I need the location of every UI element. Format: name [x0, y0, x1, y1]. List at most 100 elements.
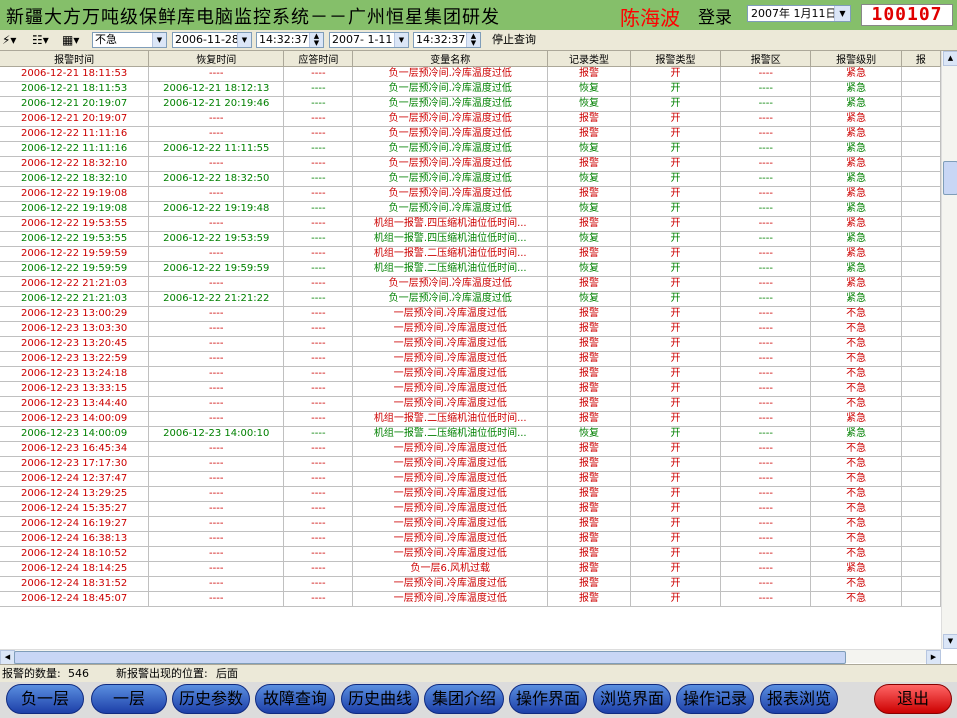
chevron-down-icon[interactable]: ▼: [394, 33, 408, 47]
table-cell: ----: [720, 216, 812, 232]
level-icon[interactable]: ☷▾: [32, 32, 49, 48]
table-row[interactable]: 2006-12-22 19:59:59 2006-12-22 19:59:59 --…: [0, 261, 941, 277]
table-cell: ----: [720, 456, 812, 472]
vertical-scroll-thumb[interactable]: [943, 161, 957, 195]
table-cell: 报警: [547, 126, 631, 142]
filter-icon[interactable]: ⚡▾: [2, 32, 16, 48]
table-row[interactable]: 2006-12-22 19:19:08 ---- ---- 负一层预冷间.冷库温度过低…: [0, 186, 941, 202]
table-row[interactable]: 2006-12-22 19:53:55 ---- ---- 机组一报警.四压缩机油位低…: [0, 216, 941, 232]
nav-button[interactable]: 一层: [91, 684, 167, 714]
end-date-picker[interactable]: 2007- 1-11 ▼: [329, 32, 409, 48]
chevron-down-icon[interactable]: ▼: [834, 6, 850, 21]
table-row[interactable]: 2006-12-24 18:14:25 ---- ---- 负一层6.风机过载 报警开 -…: [0, 561, 941, 577]
table-cell: 一层预冷间.冷库温度过低: [352, 366, 549, 382]
table-cell: 2006-12-22 19:53:55: [0, 216, 150, 232]
start-time-spinner[interactable]: 14:32:37 ▲ ▼: [256, 32, 324, 48]
level-select[interactable]: 不急 ▼: [92, 32, 167, 48]
nav-button[interactable]: 操作界面: [509, 684, 587, 714]
column-header[interactable]: 报警类型: [630, 51, 722, 67]
nav-button[interactable]: 故障查询: [255, 684, 335, 714]
scroll-up-icon[interactable]: ▲: [943, 51, 957, 66]
column-header[interactable]: 变量名称: [352, 51, 549, 67]
table-row[interactable]: 2006-12-23 13:24:18 ---- ---- 一层预冷间.冷库温度过低报…: [0, 366, 941, 382]
horizontal-scroll-thumb[interactable]: [14, 651, 846, 664]
table-row[interactable]: 2006-12-23 13:20:45 ---- ---- 一层预冷间.冷库温度过低报…: [0, 336, 941, 352]
column-header[interactable]: 报: [901, 51, 941, 67]
table-cell: 2006-12-24 18:10:52: [0, 546, 150, 562]
table-row[interactable]: 2006-12-24 13:29:25 ---- ---- 一层预冷间.冷库温度过低报…: [0, 486, 941, 502]
vertical-scrollbar[interactable]: ▲ ▼: [941, 51, 957, 649]
table-cell: ----: [148, 66, 285, 82]
scroll-down-icon[interactable]: ▼: [943, 634, 957, 649]
table-row[interactable]: 2006-12-22 18:32:10 ---- ---- 负一层预冷间.冷库温度过低…: [0, 156, 941, 172]
column-header[interactable]: 记录类型: [547, 51, 631, 67]
table-row[interactable]: 2006-12-22 11:11:16 ---- ---- 负一层预冷间.冷库温度过低…: [0, 126, 941, 142]
table-cell: 报警: [547, 516, 631, 532]
table-cell: ----: [283, 471, 354, 487]
scroll-left-icon[interactable]: ◀: [0, 650, 15, 665]
table-row[interactable]: 2006-12-23 13:44:40 ---- ---- 一层预冷间.冷库温度过低报…: [0, 396, 941, 412]
table-row[interactable]: 2006-12-23 14:00:09 2006-12-23 14:00:10 --…: [0, 426, 941, 442]
nav-button[interactable]: 操作记录: [676, 684, 754, 714]
table-row[interactable]: 2006-12-23 17:17:30 ---- ---- 一层预冷间.冷库温度过低报…: [0, 456, 941, 472]
nav-button[interactable]: 历史曲线: [341, 684, 419, 714]
column-header[interactable]: 恢复时间: [148, 51, 285, 67]
table-row[interactable]: 2006-12-22 18:32:10 2006-12-22 18:32:50 --…: [0, 171, 941, 187]
table-cell: ----: [148, 516, 285, 532]
table-row[interactable]: 2006-12-22 21:21:03 2006-12-22 21:21:22 --…: [0, 291, 941, 307]
table-row[interactable]: 2006-12-23 13:33:15 ---- ---- 一层预冷间.冷库温度过低报…: [0, 381, 941, 397]
column-header[interactable]: 应答时间: [283, 51, 354, 67]
table-row[interactable]: 2006-12-23 14:00:09 ---- ---- 机组一报警.二压缩机油位低…: [0, 411, 941, 427]
table-row[interactable]: 2006-12-22 19:59:59 ---- ---- 机组一报警.二压缩机油位低…: [0, 246, 941, 262]
table-cell: ----: [283, 456, 354, 472]
nav-button[interactable]: 负一层: [6, 684, 84, 714]
table-cell: ----: [720, 501, 812, 517]
nav-button[interactable]: 集团介绍: [424, 684, 504, 714]
end-time-spinner[interactable]: 14:32:37 ▲ ▼: [413, 32, 481, 48]
table-row[interactable]: 2006-12-23 16:45:34 ---- ---- 一层预冷间.冷库温度过低报…: [0, 441, 941, 457]
table-cell: [901, 246, 941, 262]
nav-button[interactable]: 浏览界面: [593, 684, 671, 714]
exit-button[interactable]: 退出: [874, 684, 952, 714]
table-row[interactable]: 2006-12-24 18:31:52 ---- ---- 一层预冷间.冷库温度过低报…: [0, 576, 941, 592]
table-row[interactable]: 2006-12-21 18:11:53 ---- ---- 负一层预冷间.冷库温度过低…: [0, 66, 941, 82]
nav-button[interactable]: 历史参数: [172, 684, 250, 714]
chevron-down-icon[interactable]: ▼: [152, 33, 166, 47]
chevron-down-icon[interactable]: ▼: [237, 33, 251, 47]
spin-arrows-icon[interactable]: ▲ ▼: [309, 33, 323, 47]
table-row[interactable]: 2006-12-21 18:11:53 2006-12-21 18:12:13 --…: [0, 81, 941, 97]
stop-query-button[interactable]: 停止查询: [492, 32, 536, 48]
table-cell: 2006-12-22 19:19:08: [0, 201, 150, 217]
column-header[interactable]: 报警区: [720, 51, 812, 67]
table-row[interactable]: 2006-12-22 19:53:55 2006-12-22 19:53:59 --…: [0, 231, 941, 247]
horizontal-scrollbar[interactable]: ◀ ▶: [0, 649, 941, 665]
grid-icon[interactable]: ▦▾: [62, 32, 79, 48]
table-row[interactable]: 2006-12-22 21:21:03 ---- ---- 负一层预冷间.冷库温度过低…: [0, 276, 941, 292]
table-row[interactable]: 2006-12-24 16:38:13 ---- ---- 一层预冷间.冷库温度过低报…: [0, 531, 941, 547]
table-row[interactable]: 2006-12-22 19:19:08 2006-12-22 19:19:48 --…: [0, 201, 941, 217]
start-date-picker[interactable]: 2006-11-28 ▼: [172, 32, 252, 48]
column-header[interactable]: 报警时间: [0, 51, 150, 67]
table-cell: 报警: [547, 351, 631, 367]
table-row[interactable]: 2006-12-23 13:00:29 ---- ---- 一层预冷间.冷库温度过低报…: [0, 306, 941, 322]
table-row[interactable]: 2006-12-22 11:11:16 2006-12-22 11:11:55 --…: [0, 141, 941, 157]
login-label[interactable]: 登录: [698, 3, 732, 28]
scroll-right-icon[interactable]: ▶: [926, 650, 941, 665]
table-cell: [901, 396, 941, 412]
date-picker[interactable]: 2007年 1月11日 ▼: [747, 5, 851, 22]
table-row[interactable]: 2006-12-24 18:45:07 ---- ---- 一层预冷间.冷库温度过低报…: [0, 591, 941, 607]
column-header[interactable]: 报警级别: [810, 51, 902, 67]
table-row[interactable]: 2006-12-24 12:37:47 ---- ---- 一层预冷间.冷库温度过低报…: [0, 471, 941, 487]
table-row[interactable]: 2006-12-24 18:10:52 ---- ---- 一层预冷间.冷库温度过低报…: [0, 546, 941, 562]
table-row[interactable]: 2006-12-24 16:19:27 ---- ---- 一层预冷间.冷库温度过低报…: [0, 516, 941, 532]
table-row[interactable]: 2006-12-23 13:03:30 ---- ---- 一层预冷间.冷库温度过低报…: [0, 321, 941, 337]
alarm-table[interactable]: 报警时间 恢复时间 应答时间 变量名称 记录类型 报警类型 报警区 报警级别报 2006-12…: [0, 51, 941, 649]
table-cell: 报警: [547, 591, 631, 607]
spin-arrows-icon[interactable]: ▲ ▼: [466, 33, 480, 47]
table-row[interactable]: 2006-12-21 20:19:07 2006-12-21 20:19:46 --…: [0, 96, 941, 112]
nav-button[interactable]: 报表浏览: [760, 684, 838, 714]
table-row[interactable]: 2006-12-23 13:22:59 ---- ---- 一层预冷间.冷库温度过低报…: [0, 351, 941, 367]
table-row[interactable]: 2006-12-24 15:35:27 ---- ---- 一层预冷间.冷库温度过低报…: [0, 501, 941, 517]
table-row[interactable]: 2006-12-21 20:19:07 ---- ---- 负一层预冷间.冷库温度过低…: [0, 111, 941, 127]
table-cell: 报警: [547, 546, 631, 562]
